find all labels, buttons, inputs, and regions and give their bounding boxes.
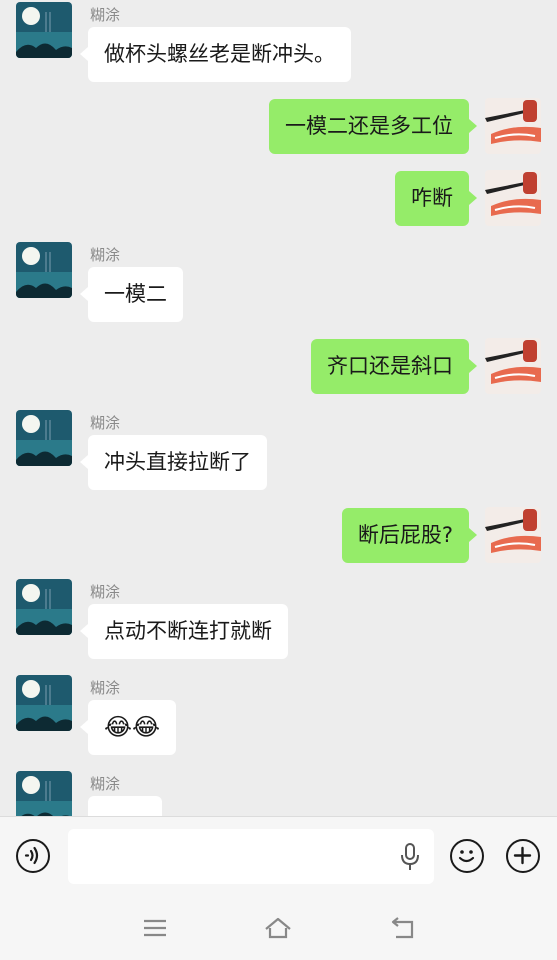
message-bubble-outgoing[interactable]: 一模二还是多工位 [269,99,477,154]
smiley-icon[interactable] [450,839,484,873]
message-bubble-incoming[interactable]: 冲头直接拉断了 [80,435,267,490]
system-nav-bar [0,896,557,960]
my-avatar[interactable] [485,170,541,226]
contact-avatar[interactable] [16,771,72,816]
contact-avatar[interactable] [16,2,72,58]
message-bubble-incoming[interactable]: 点动不断连打就断 [80,604,288,659]
voice-wave-icon[interactable] [16,839,50,873]
sender-name: 糊涂 [90,246,121,264]
back-icon[interactable] [388,914,418,942]
microphone-icon[interactable] [399,843,421,871]
sender-name: 糊涂 [90,775,121,793]
message-bubble-outgoing[interactable]: 咋断 [395,171,477,226]
plus-icon[interactable] [506,839,540,873]
message-bubble-incoming[interactable]: 😂😂 [79,700,177,755]
contact-avatar[interactable] [16,675,72,731]
my-avatar[interactable] [485,338,541,394]
contact-avatar[interactable] [16,410,72,466]
message-bubble-incoming[interactable]: 做杯头螺丝老是断冲头。 [80,27,351,82]
message-bubble-incoming[interactable]: 一… [88,796,162,816]
message-input[interactable] [68,829,434,884]
menu-icon[interactable] [140,914,170,942]
sender-name: 糊涂 [90,414,121,432]
message-bubble-outgoing[interactable]: 断后屁股? [341,508,478,563]
input-bar [0,816,557,897]
sender-name: 糊涂 [90,6,121,24]
my-avatar[interactable] [485,98,541,154]
message-bubble-outgoing[interactable]: 齐口还是斜口 [311,339,477,394]
chat-area[interactable]: 糊涂 做杯头螺丝老是断冲头。 一模二还是多工位 咋断 糊涂 一模二 齐口还是斜口… [0,0,557,816]
contact-avatar[interactable] [16,579,72,635]
my-avatar[interactable] [485,507,541,563]
message-bubble-incoming[interactable]: 一模二 [80,267,183,322]
contact-avatar[interactable] [16,242,72,298]
sender-name: 糊涂 [90,679,121,697]
home-icon[interactable] [263,914,293,942]
sender-name: 糊涂 [90,583,121,601]
